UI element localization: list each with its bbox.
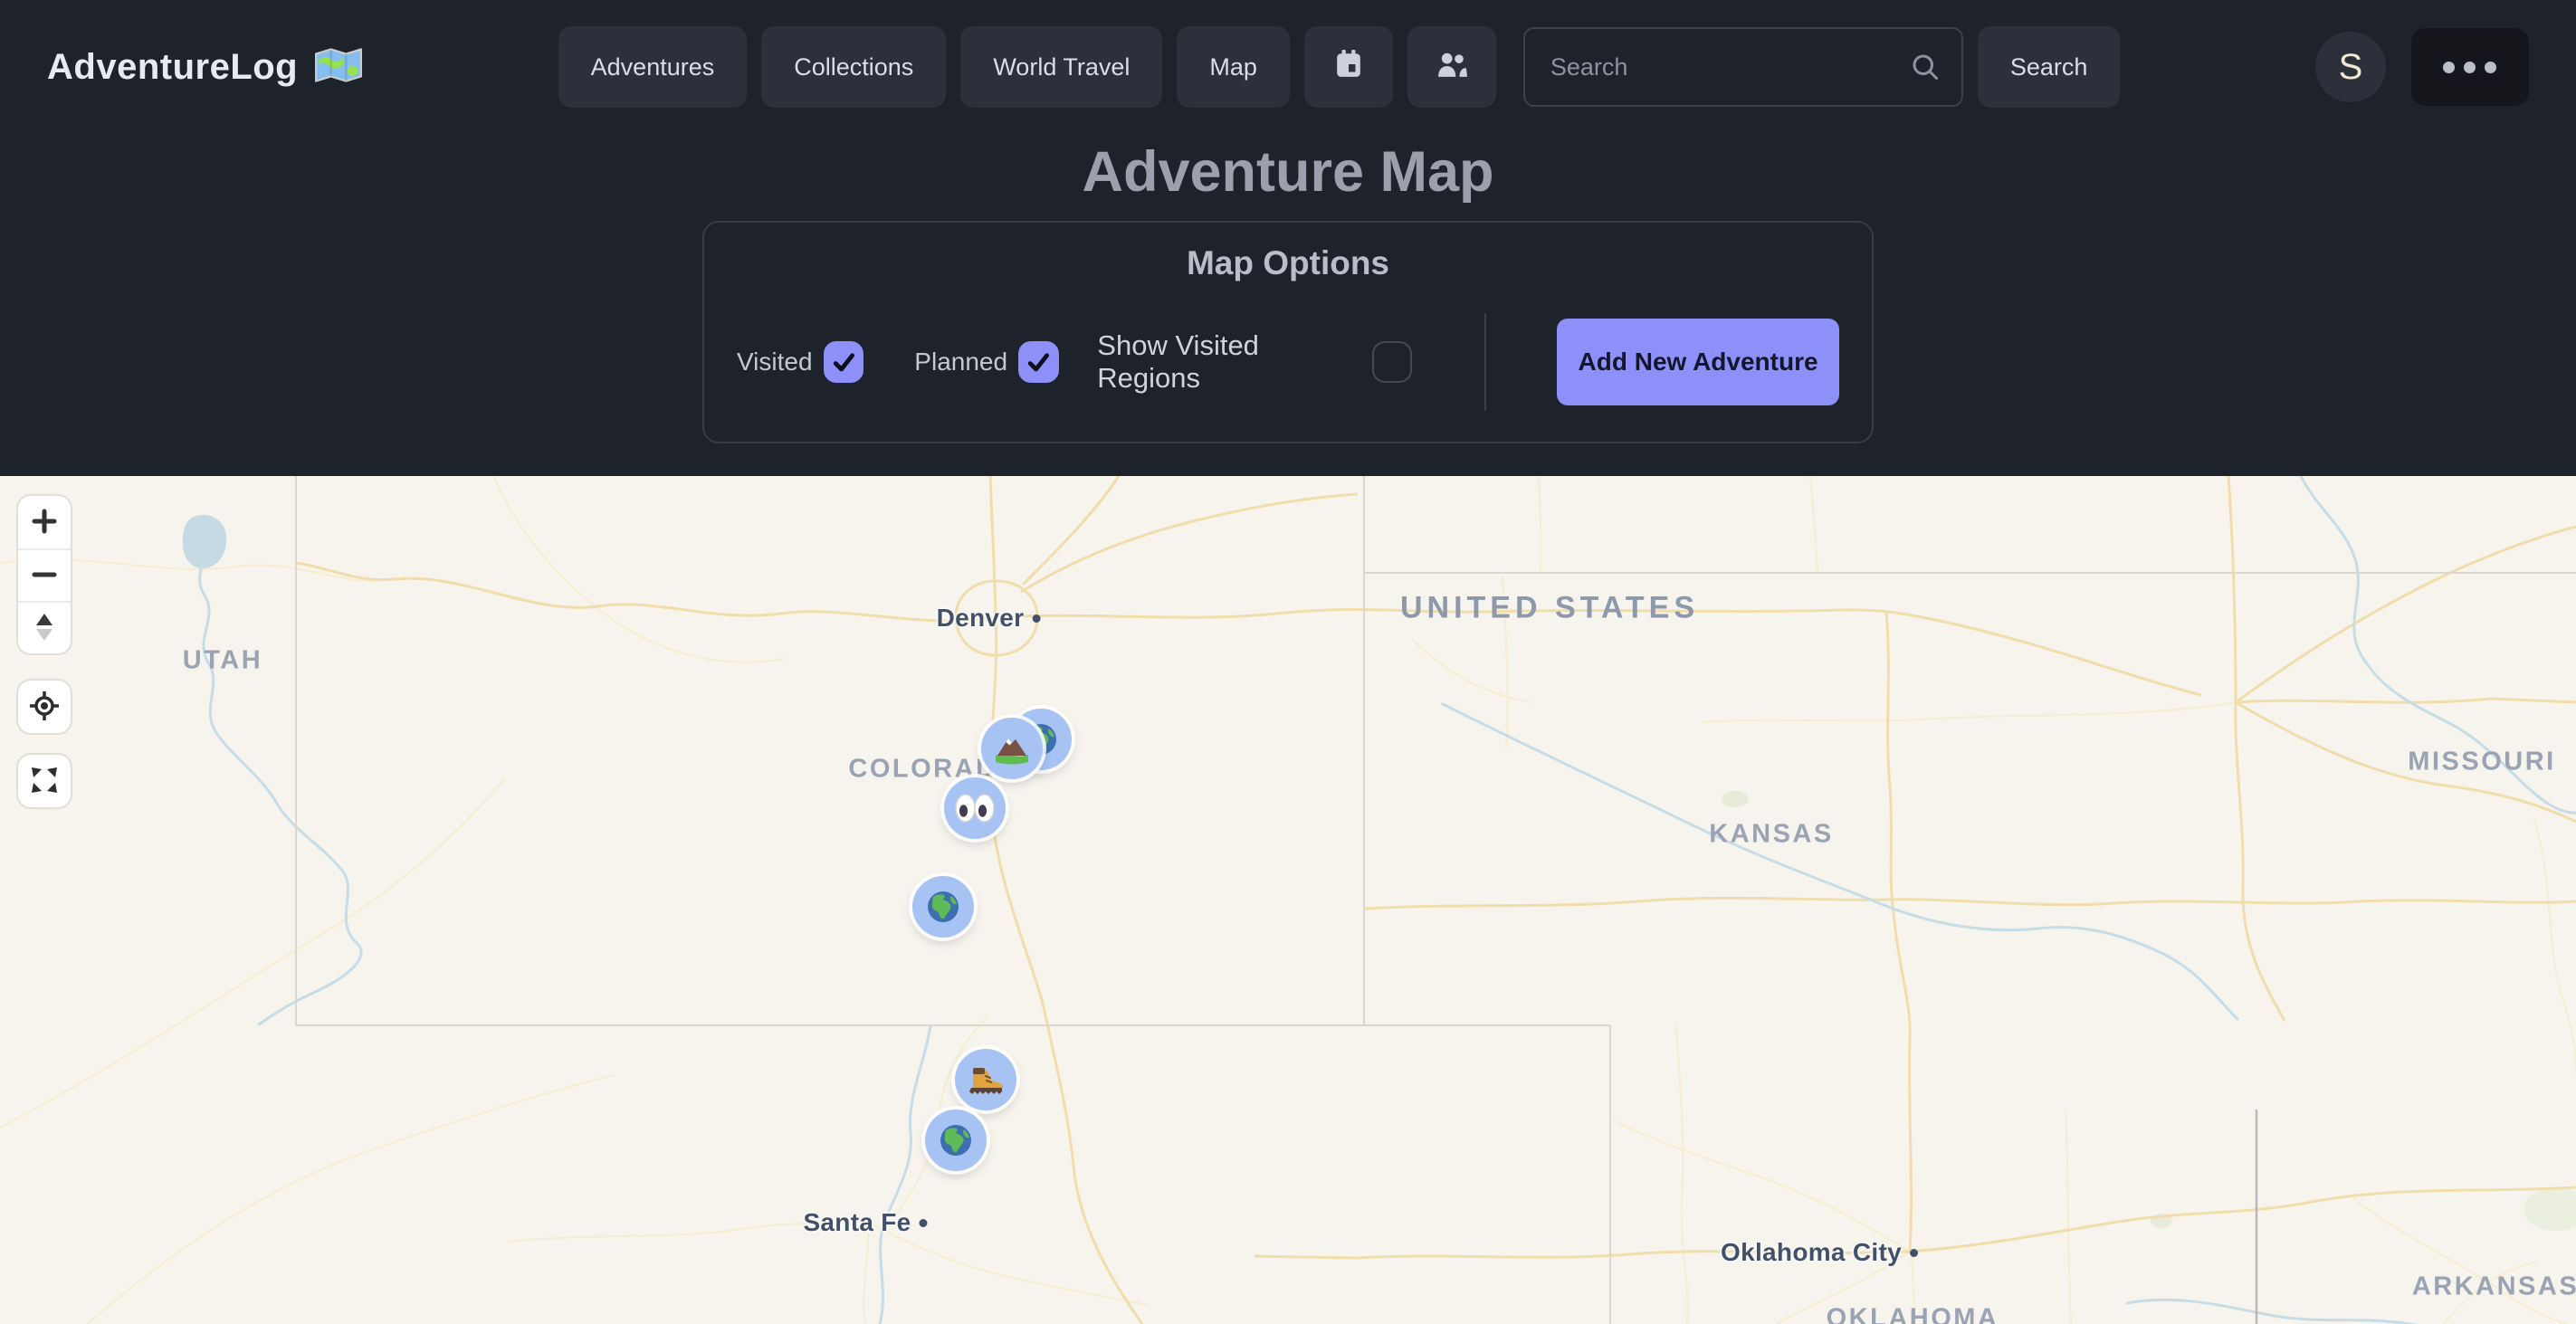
visited-label: Visited xyxy=(737,348,813,376)
nav-map[interactable]: Map xyxy=(1177,26,1290,108)
users-button[interactable] xyxy=(1407,26,1496,108)
logo-text: AdventureLog xyxy=(47,47,298,88)
map-label-arkansas: ARKANSAS xyxy=(2412,1272,2576,1302)
pitch-toggle-button[interactable] xyxy=(18,601,71,653)
options-divider xyxy=(1484,313,1486,411)
fullscreen-button[interactable] xyxy=(16,753,72,809)
main-nav: Adventures Collections World Travel Map xyxy=(558,26,2121,108)
marker-globe[interactable] xyxy=(912,876,974,938)
plus-icon xyxy=(31,508,58,538)
navbar: AdventureLog Adventures Collections Worl… xyxy=(0,0,2576,134)
nav-world-travel[interactable]: World Travel xyxy=(960,26,1162,108)
city-dot xyxy=(1910,1249,1918,1257)
calendar-button[interactable] xyxy=(1304,26,1393,108)
city-dot xyxy=(920,1219,928,1227)
marker-hiking-boot[interactable] xyxy=(955,1049,1016,1110)
avatar-initial: S xyxy=(2339,47,2363,88)
calendar-icon xyxy=(1335,50,1362,85)
fullscreen-icon xyxy=(28,764,61,799)
minus-icon xyxy=(31,561,58,591)
avatar[interactable]: S xyxy=(2315,32,2386,102)
map-label-utah: UTAH xyxy=(183,646,262,676)
visited-checkbox[interactable] xyxy=(824,341,864,383)
users-icon xyxy=(1436,52,1467,83)
show-regions-checkbox[interactable] xyxy=(1372,341,1413,383)
zoom-in-button[interactable] xyxy=(18,496,71,548)
world-map-icon xyxy=(314,45,363,90)
map-label-oklahoma-city: Oklahoma City xyxy=(1721,1238,1918,1267)
zoom-control-group xyxy=(16,494,72,655)
geolocate-icon xyxy=(28,690,61,725)
nav-adventures[interactable]: Adventures xyxy=(558,26,748,108)
map-options-row: Visited Planned Show Visited Regions Add… xyxy=(737,313,1839,411)
logo[interactable]: AdventureLog xyxy=(47,45,363,90)
navbar-right: S xyxy=(2315,28,2529,106)
show-regions-label: Show Visited Regions xyxy=(1097,329,1360,395)
map-header: Adventure Map Map Options Visited Planne… xyxy=(0,139,2576,476)
ellipsis-icon xyxy=(2443,62,2496,73)
city-dot xyxy=(1032,614,1040,623)
zoom-out-button[interactable] xyxy=(18,548,71,601)
search-button[interactable]: Search xyxy=(1978,26,2121,108)
search-input[interactable] xyxy=(1523,27,1963,107)
pitch-arrows-icon xyxy=(33,612,56,645)
marker-national-park[interactable] xyxy=(981,718,1043,779)
planned-label: Planned xyxy=(914,348,1007,376)
search-area xyxy=(1523,27,1963,107)
map-controls xyxy=(16,494,72,809)
map-label-united-states: UNITED STATES xyxy=(1400,591,1699,626)
marker-eyes[interactable] xyxy=(944,777,1006,839)
map-canvas[interactable]: UNITED STATESUTAHCOLORADOKANSASMISSOURIA… xyxy=(0,476,2576,1324)
map-label-santa-fe: Santa Fe xyxy=(803,1208,927,1237)
search-icon xyxy=(1909,51,1942,88)
nav-collections[interactable]: Collections xyxy=(761,26,946,108)
map-label-oklahoma: OKLAHOMA xyxy=(1827,1304,1999,1324)
page-title: Adventure Map xyxy=(0,139,2576,205)
geolocate-button[interactable] xyxy=(16,679,72,735)
map-label-missouri: MISSOURI xyxy=(2408,748,2555,777)
add-new-adventure-button[interactable]: Add New Adventure xyxy=(1557,319,1839,405)
planned-checkbox[interactable] xyxy=(1018,341,1059,383)
map-options-card: Map Options Visited Planned Show Visited… xyxy=(702,221,1874,443)
map-label-denver: Denver xyxy=(937,604,1041,633)
more-menu-button[interactable] xyxy=(2411,28,2529,106)
marker-globe[interactable] xyxy=(925,1110,987,1171)
map-options-title: Map Options xyxy=(737,244,1839,282)
basemap-graphics xyxy=(0,476,2576,1324)
map-label-kansas: KANSAS xyxy=(1709,820,1833,850)
